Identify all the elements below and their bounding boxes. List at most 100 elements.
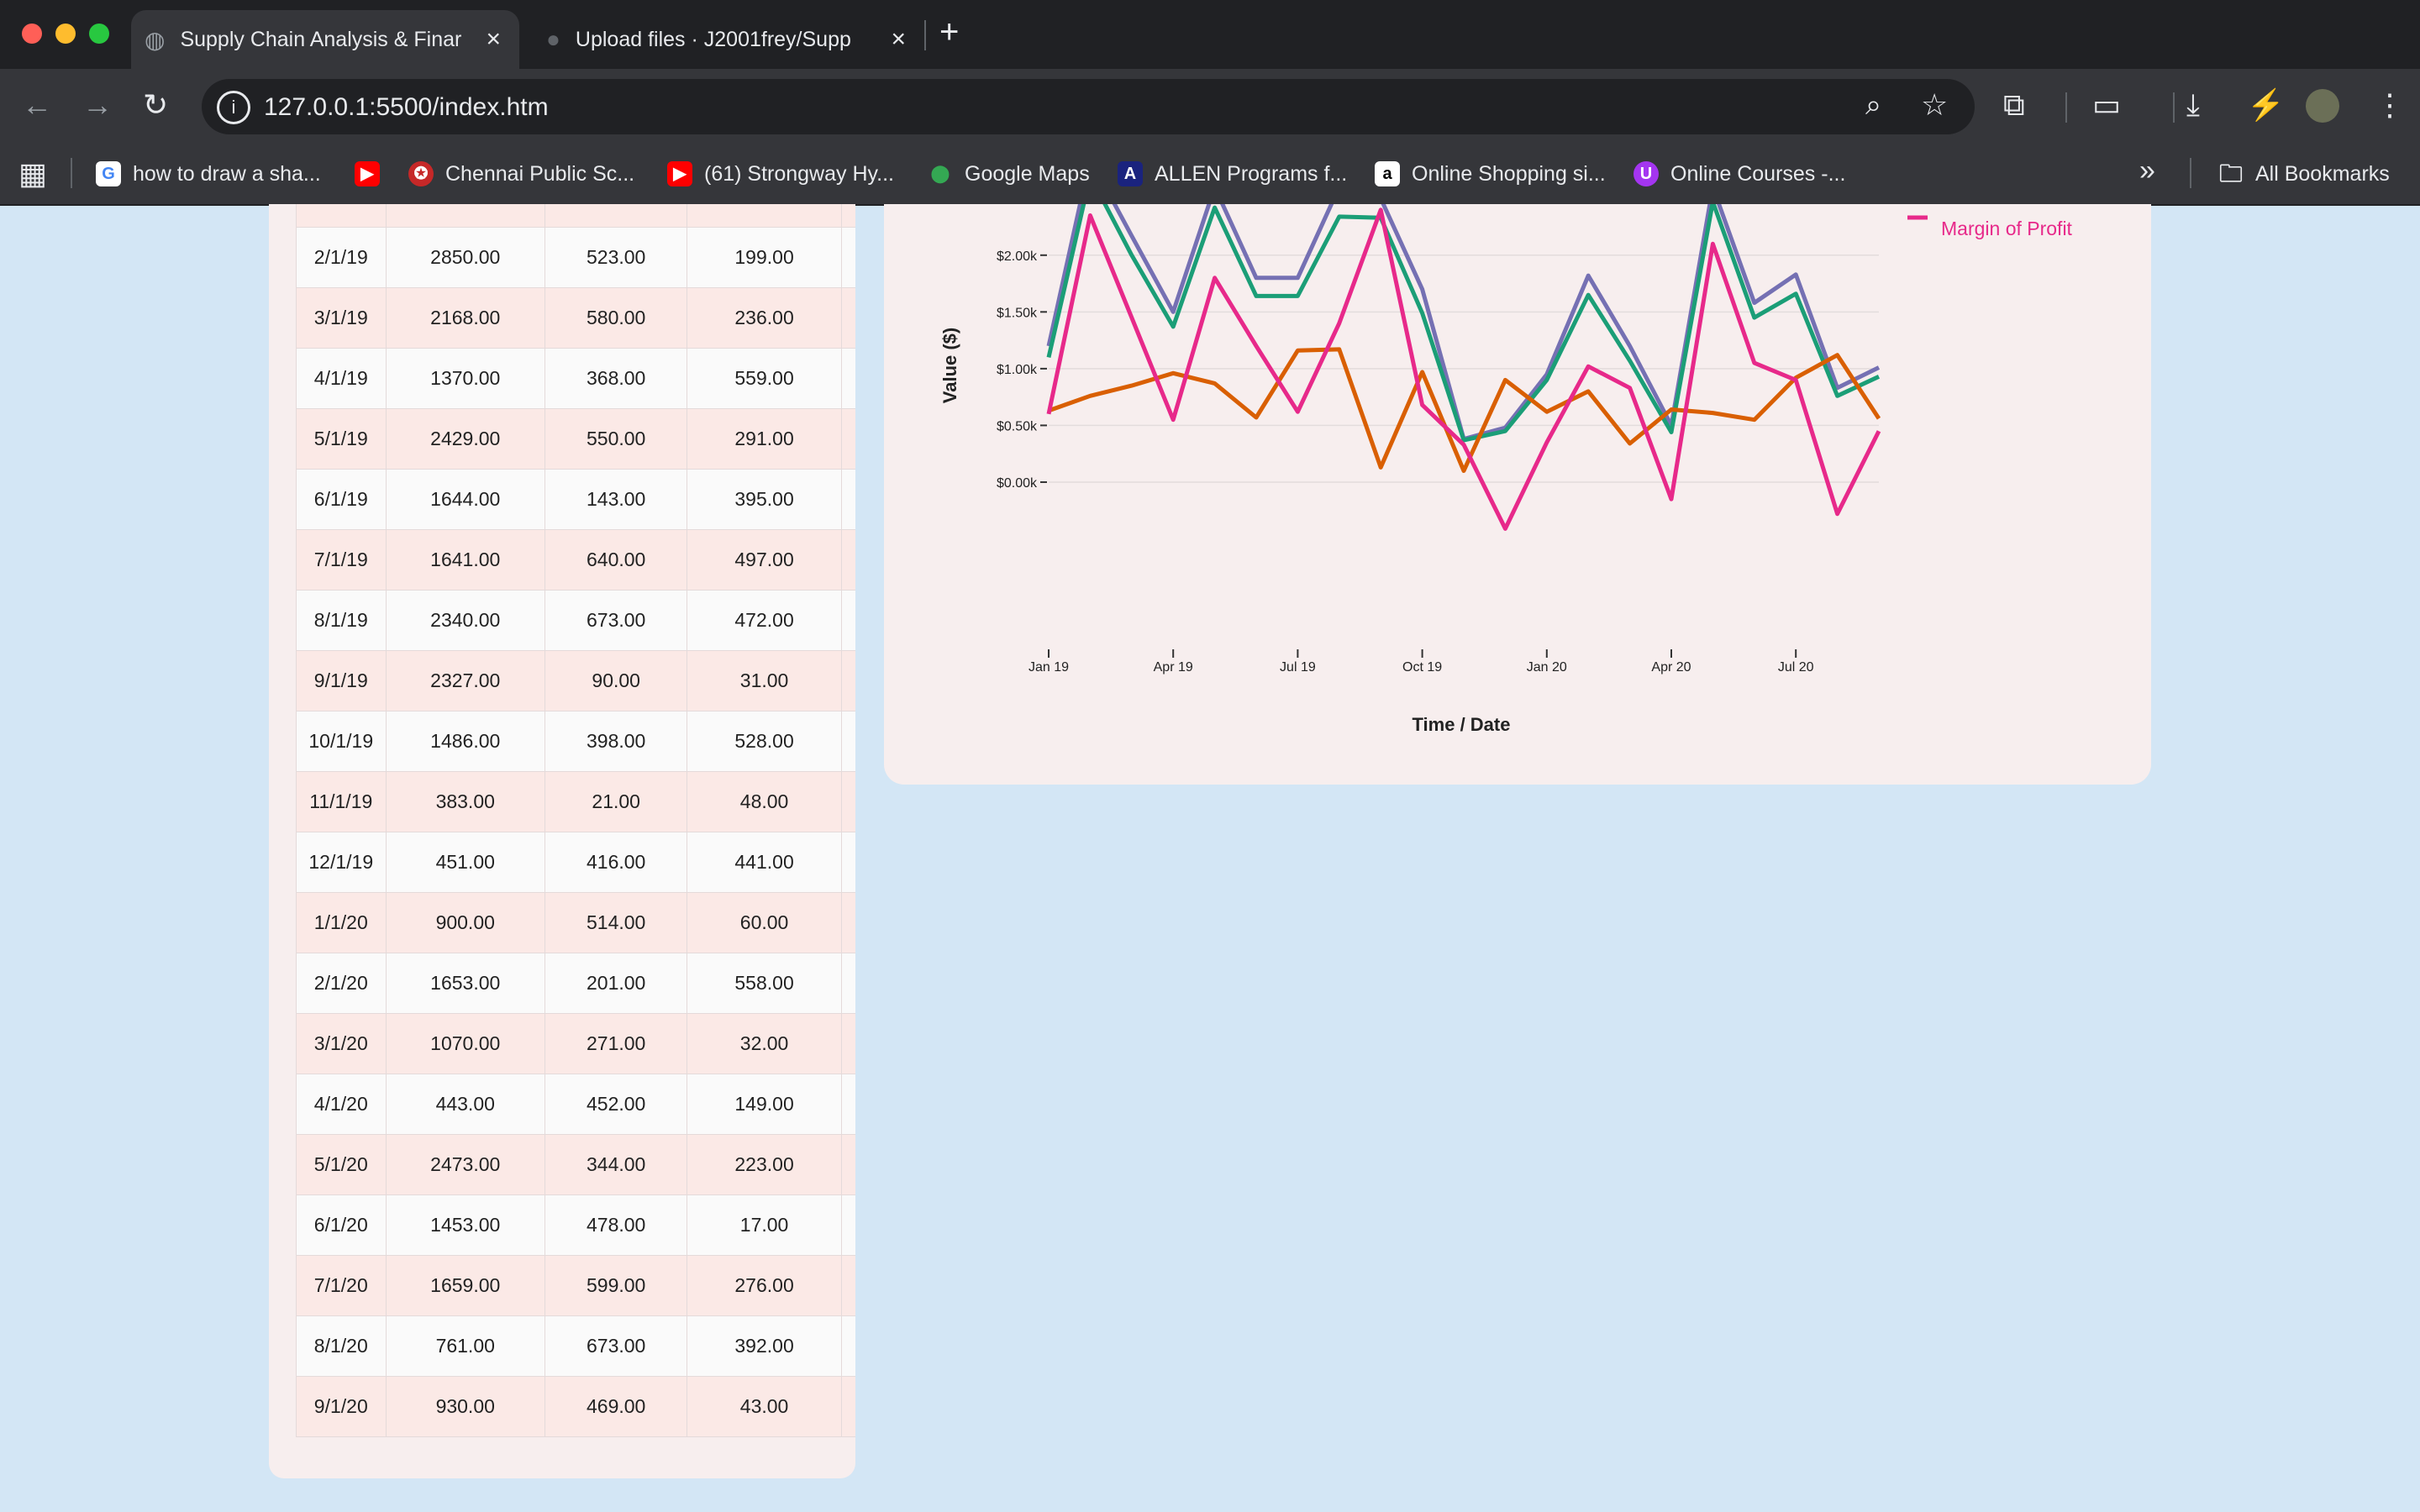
table-cell-overflow <box>840 1376 855 1437</box>
table-cell: 2473.00 <box>385 1134 545 1195</box>
bookmark-label: (61) Strongway Hy... <box>704 161 895 186</box>
all-bookmarks-button[interactable]: 🗀 All Bookmarks <box>2218 161 2390 186</box>
star-icon[interactable]: ☆ <box>1921 87 1948 123</box>
zoom-icon[interactable]: ⌕ <box>1865 89 1881 122</box>
table-cell: 3/1/19 <box>296 287 387 349</box>
table-cell: 559.00 <box>687 348 842 409</box>
table-cell: 2850.00 <box>385 227 545 288</box>
menu-icon[interactable]: ⋮ <box>2375 87 2405 123</box>
table-cell: 17.00 <box>687 1194 842 1256</box>
tab-search-icon[interactable]: ▭ <box>2092 87 2121 123</box>
table-cell: 441.00 <box>687 832 842 893</box>
table-cell: 5/1/20 <box>296 1134 387 1195</box>
table-cell-overflow <box>840 1315 855 1377</box>
table-cell: 344.00 <box>544 1134 688 1195</box>
google-icon: G <box>96 161 121 186</box>
download-icon[interactable]: ⤓ <box>2186 87 2200 123</box>
tab-divider <box>924 20 926 50</box>
maximize-window-button[interactable] <box>89 24 109 44</box>
table-row: 7/1/20 1659.00 599.00 276.00 <box>296 1255 855 1316</box>
table-cell: 451.00 <box>385 832 545 893</box>
github-icon: ● <box>546 26 560 52</box>
close-icon[interactable]: × <box>486 25 501 54</box>
table-cell: 199.00 <box>687 227 842 288</box>
line-chart: $0.00k $0.50k $1.00k $1.50k $2.00k Jan 19 Apr… <box>939 204 2073 735</box>
y-tick-label: $0.50k <box>997 419 1038 433</box>
table-cell: 60.00 <box>687 892 842 953</box>
table-cell: 9/1/19 <box>296 650 387 711</box>
table-row: 8/1/20 761.00 673.00 392.00 <box>296 1315 855 1377</box>
apps-grid-icon[interactable]: ▦ <box>18 156 47 192</box>
youtube-icon: ▶ <box>355 161 380 186</box>
close-window-button[interactable] <box>22 24 42 44</box>
tab-supply-chain[interactable]: ◍ Supply Chain Analysis & Finar × <box>131 10 519 69</box>
table-cell-overflow <box>840 1194 855 1256</box>
site-info-icon[interactable]: i <box>217 91 250 124</box>
table-cell: 1486.00 <box>385 711 545 772</box>
table-row: 6/1/19 1644.00 143.00 395.00 <box>296 469 855 530</box>
x-tick-label: Jan 19 <box>1028 660 1069 675</box>
bookmark-label: Online Courses -... <box>1670 161 1846 186</box>
extensions-icon[interactable]: ⧉ <box>2003 87 2025 123</box>
table-cell: 2/1/20 <box>296 953 387 1014</box>
table-cell: 1370.00 <box>385 348 545 409</box>
table-cell: 514.00 <box>544 892 688 953</box>
bookmark-item[interactable]: ⬤ Google Maps <box>928 161 1090 186</box>
forward-icon[interactable]: → <box>82 87 113 123</box>
x-tick-label: Jul 20 <box>1778 660 1814 675</box>
table-cell: 900.00 <box>385 892 545 953</box>
back-icon[interactable]: ← <box>22 87 52 123</box>
table-cell: 11/1/19 <box>296 771 387 832</box>
reload-icon[interactable]: ↻ <box>143 87 168 123</box>
avatar[interactable] <box>2306 89 2339 123</box>
bookmark-item[interactable]: ▶ (61) Strongway Hy... <box>667 161 894 186</box>
table-cell: 31.00 <box>687 650 842 711</box>
table-row: 8/1/19 2340.00 673.00 472.00 <box>296 590 855 651</box>
table-cell: 32.00 <box>687 1013 842 1074</box>
table-cell: 2/1/19 <box>296 227 387 288</box>
table-cell-overflow <box>840 771 855 832</box>
table-cell: 43.00 <box>687 1376 842 1437</box>
table-row: 4/1/20 443.00 452.00 149.00 <box>296 1074 855 1135</box>
bookmark-item[interactable]: G how to draw a sha... <box>96 161 321 186</box>
table-cell: 1659.00 <box>385 1255 545 1316</box>
bookmark-item[interactable]: A ALLEN Programs f... <box>1118 161 1347 186</box>
table-cell: 558.00 <box>687 953 842 1014</box>
chevron-double-right-icon[interactable]: » <box>2139 155 2155 187</box>
table-cell: 550.00 <box>544 408 688 470</box>
new-tab-button[interactable]: + <box>939 13 959 51</box>
close-icon[interactable]: × <box>891 25 906 54</box>
x-tick-label: Apr 20 <box>1651 660 1691 675</box>
table-cell: 580.00 <box>544 287 688 349</box>
series-line-2 <box>1048 347 1881 473</box>
y-tick-label: $2.00k <box>997 249 1038 264</box>
table-cell: 416.00 <box>544 832 688 893</box>
table-row: 2/1/20 1653.00 201.00 558.00 <box>296 953 855 1014</box>
table-cell: 1653.00 <box>385 953 545 1014</box>
table-row: 5/1/20 2473.00 344.00 223.00 <box>296 1134 855 1195</box>
bookmark-item[interactable]: ▶ <box>355 161 392 186</box>
minimize-window-button[interactable] <box>55 24 76 44</box>
table-row: 5/1/19 2429.00 550.00 291.00 <box>296 408 855 470</box>
table-cell: 1641.00 <box>385 529 545 591</box>
table-cell-overflow <box>840 590 855 651</box>
bookmark-item[interactable]: a Online Shopping si... <box>1375 161 1606 186</box>
address-bar[interactable]: i 127.0.0.1:5500/index.htm ⌕ ☆ <box>202 79 1975 134</box>
table-cell: 469.00 <box>544 1376 688 1437</box>
table-cell: 7/1/19 <box>296 529 387 591</box>
toolbar-divider <box>2065 92 2067 123</box>
table-cell: 368.00 <box>544 348 688 409</box>
tab-upload-files[interactable]: ● Upload files · J2001frey/Supp × <box>538 10 924 69</box>
performance-icon[interactable]: ⚡ <box>2247 87 2285 123</box>
table-cell: 673.00 <box>544 1315 688 1377</box>
table-row: 7/1/19 1641.00 640.00 497.00 <box>296 529 855 591</box>
table-cell: 1094.00 <box>385 204 545 228</box>
x-axis-label: Time / Date <box>1413 714 1511 735</box>
table-cell-overflow <box>840 408 855 470</box>
bookmark-item[interactable]: ✪ Chennai Public Sc... <box>408 161 634 186</box>
table-cell: 5/1/19 <box>296 408 387 470</box>
bookmark-label: Chennai Public Sc... <box>445 161 635 186</box>
table-cell-overflow <box>840 1255 855 1316</box>
table-row: 6/1/20 1453.00 478.00 17.00 <box>296 1194 855 1256</box>
bookmark-item[interactable]: U Online Courses -... <box>1634 161 1845 186</box>
